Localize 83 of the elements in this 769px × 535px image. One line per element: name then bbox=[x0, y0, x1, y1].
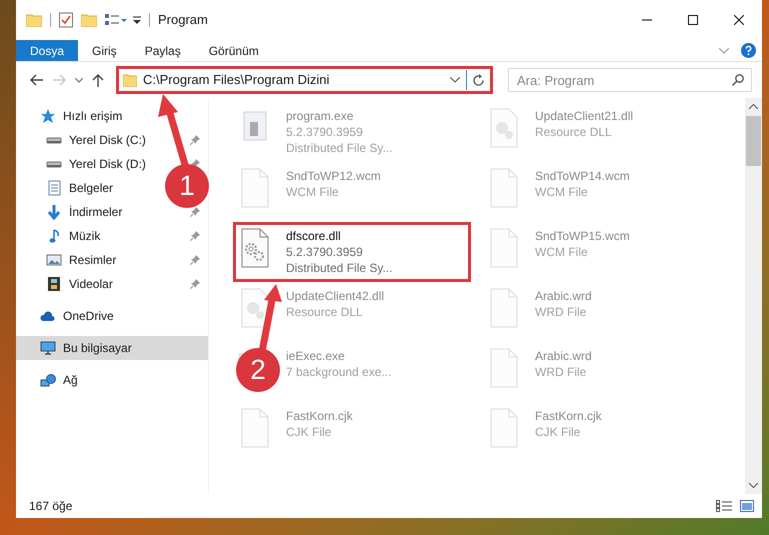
file-name: dfscore.dll bbox=[286, 228, 342, 244]
download-arrow-icon bbox=[47, 204, 61, 220]
navigation-item[interactable]: Belgeler bbox=[46, 176, 114, 200]
file-detail: WCM File bbox=[286, 184, 340, 200]
music-note-icon bbox=[48, 228, 60, 244]
search-icon bbox=[732, 74, 744, 86]
customize-toolbar-icon[interactable] bbox=[133, 15, 141, 25]
large-icons-view-icon[interactable] bbox=[740, 500, 754, 512]
drive-icon bbox=[46, 160, 62, 168]
file-name: UpdateClient42.dll bbox=[286, 288, 384, 304]
file-name: SndToWP14.wcm bbox=[535, 168, 630, 184]
file-detail: WCM File bbox=[535, 244, 589, 260]
picture-icon bbox=[46, 254, 62, 266]
chevron-down-icon[interactable] bbox=[719, 48, 729, 54]
scroll-down-icon[interactable] bbox=[749, 483, 758, 488]
scroll-up-icon[interactable] bbox=[749, 104, 758, 109]
file-name: SndToWP15.wcm bbox=[535, 228, 630, 244]
file-detail: 5.2.3790.3959 bbox=[286, 124, 364, 140]
navigation-item[interactable]: Ağ bbox=[40, 368, 78, 392]
file-detail: CJK File bbox=[286, 424, 332, 440]
file-name: Arabic.wrd bbox=[535, 288, 592, 304]
cloud-icon bbox=[40, 310, 56, 322]
pin-icon[interactable] bbox=[190, 231, 200, 241]
file-detail: CJK File bbox=[535, 424, 582, 440]
star-icon bbox=[40, 108, 56, 124]
navigation-item[interactable]: Hızlı erişim bbox=[40, 104, 122, 128]
ribbon-tab[interactable]: Dosya bbox=[16, 40, 78, 61]
file-detail: Resource DLL bbox=[286, 304, 364, 320]
back-arrow-icon bbox=[29, 74, 43, 86]
scrollbar-thumb[interactable] bbox=[746, 116, 761, 166]
file-name: UpdateClient21.dll bbox=[535, 108, 634, 124]
folder-icon bbox=[123, 73, 137, 87]
file-detail: 7 background exe... bbox=[286, 364, 392, 380]
ribbon-tab[interactable]: Görünüm bbox=[194, 40, 273, 61]
file-detail: WRD File bbox=[535, 364, 588, 380]
document-icon bbox=[48, 180, 60, 196]
network-icon bbox=[40, 374, 56, 386]
window-title: Program bbox=[158, 11, 208, 30]
vertical-scrollbar[interactable] bbox=[745, 98, 762, 494]
address-bar[interactable]: C:\Program Files\Program Dizini bbox=[116, 66, 493, 94]
film-icon bbox=[48, 277, 60, 291]
search-field[interactable]: Ara: Program bbox=[508, 68, 752, 92]
file-name: FastKorn.cjk bbox=[286, 408, 353, 424]
properties-icon[interactable] bbox=[59, 12, 73, 28]
minimize-icon bbox=[642, 19, 652, 21]
navigation-item[interactable]: İndirmeler bbox=[46, 200, 122, 224]
pin-icon[interactable] bbox=[190, 135, 200, 145]
file-name: FastKorn.cjk bbox=[535, 408, 602, 424]
view-list-icon[interactable] bbox=[105, 13, 127, 27]
details-view-icon[interactable] bbox=[716, 500, 732, 512]
monitor-icon bbox=[40, 340, 56, 356]
forward-arrow-icon bbox=[53, 74, 67, 86]
address-path: C:\Program Files\Program Dizini bbox=[143, 71, 330, 90]
file-name: ieExec.exe bbox=[286, 348, 346, 364]
close-icon bbox=[734, 15, 744, 25]
navigation-item[interactable]: Müzik bbox=[46, 224, 100, 248]
navigation-item[interactable]: Resimler bbox=[46, 248, 116, 272]
maximize-icon bbox=[688, 15, 698, 25]
pin-icon[interactable] bbox=[190, 279, 200, 289]
navigation-item[interactable]: Yerel Disk (C:) bbox=[46, 128, 146, 152]
file-detail: WCM File bbox=[535, 184, 589, 200]
refresh-icon[interactable] bbox=[472, 74, 485, 86]
file-name: Arabic.wrd bbox=[535, 348, 592, 364]
file-name: program.exe bbox=[286, 108, 354, 124]
navigation-item[interactable]: Yerel Disk (D:) bbox=[46, 152, 146, 176]
pin-icon[interactable] bbox=[190, 207, 200, 217]
navigation-item[interactable]: OneDrive bbox=[40, 304, 114, 328]
chevron-down-icon bbox=[75, 78, 83, 82]
file-detail: Distributed File Sy... bbox=[286, 140, 392, 156]
navigation-item[interactable]: Videolar bbox=[46, 272, 113, 296]
file-name: SndToWP12.wcm bbox=[286, 168, 381, 184]
item-count: 167 öğe bbox=[29, 498, 72, 515]
help-icon[interactable] bbox=[741, 43, 756, 58]
file-detail: 5.2.3790.3959 bbox=[286, 244, 364, 260]
up-arrow-icon bbox=[92, 73, 104, 87]
ribbon-tab[interactable]: Paylaş bbox=[130, 40, 195, 61]
dropdown-chevron-icon[interactable] bbox=[450, 77, 460, 83]
file-detail: WRD File bbox=[535, 304, 588, 320]
drive-icon bbox=[46, 136, 62, 144]
pin-icon[interactable] bbox=[190, 255, 200, 265]
file-detail: Resource DLL bbox=[535, 124, 613, 140]
file-detail: Distributed File Sy... bbox=[286, 260, 392, 276]
ribbon-tab[interactable]: Giriş bbox=[78, 40, 131, 61]
